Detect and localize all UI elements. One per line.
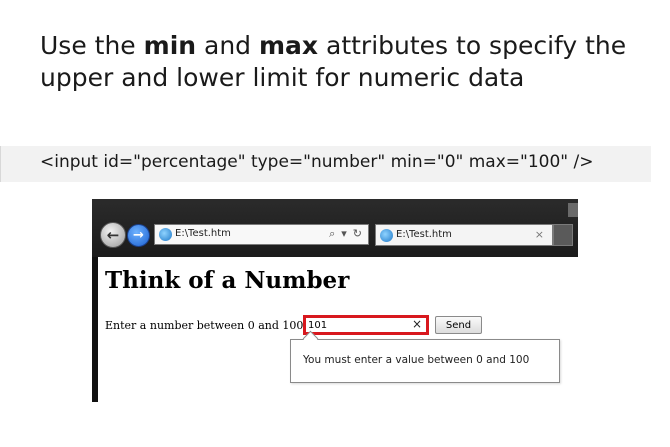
percentage-input[interactable]: [308, 318, 408, 332]
heading-text: and: [196, 31, 259, 60]
browser-screenshot: ← → E:\Test.htm ⌕ ▾ ↻ E:\Test.htm × Thin…: [92, 199, 578, 402]
heading-max-keyword: max: [259, 31, 319, 60]
validation-message: You must enter a value between 0 and 100: [303, 354, 530, 366]
forward-button[interactable]: →: [127, 224, 150, 247]
ie-page-icon: [159, 228, 172, 241]
validation-tooltip: You must enter a value between 0 and 100: [290, 330, 560, 383]
code-snippet: <input id="percentage" type="number" min…: [40, 152, 594, 172]
search-icon[interactable]: ⌕: [329, 227, 335, 241]
page-viewport: Think of a Number Enter a number between…: [98, 257, 578, 402]
tab-title: E:\Test.htm: [396, 229, 452, 240]
heading-min-keyword: min: [143, 31, 197, 60]
refresh-icon[interactable]: ↻: [353, 227, 362, 241]
tab-test-htm[interactable]: E:\Test.htm ×: [375, 224, 553, 246]
back-arrow-icon: ←: [106, 225, 120, 244]
address-url: E:\Test.htm: [175, 228, 231, 239]
slide-heading: Use the min and max attributes to specif…: [40, 30, 640, 94]
number-prompt-label: Enter a number between 0 and 100:: [105, 319, 308, 332]
ie-tab-icon: [380, 229, 393, 242]
forward-arrow-icon: →: [133, 228, 144, 243]
address-bar[interactable]: E:\Test.htm ⌕ ▾ ↻: [154, 224, 369, 245]
send-button[interactable]: Send: [435, 316, 482, 334]
dropdown-icon[interactable]: ▾: [341, 227, 347, 241]
address-tools: ⌕ ▾ ↻: [329, 227, 362, 241]
window-edge: [568, 203, 578, 217]
back-button[interactable]: ←: [100, 222, 126, 248]
new-tab-button[interactable]: [553, 224, 573, 246]
percentage-input-wrapper: ×: [303, 315, 429, 335]
page-title: Think of a Number: [105, 267, 350, 294]
heading-text: Use the: [40, 31, 144, 60]
browser-chrome: ← → E:\Test.htm ⌕ ▾ ↻ E:\Test.htm ×: [92, 199, 578, 257]
clear-icon[interactable]: ×: [412, 317, 422, 331]
close-icon[interactable]: ×: [535, 228, 544, 241]
